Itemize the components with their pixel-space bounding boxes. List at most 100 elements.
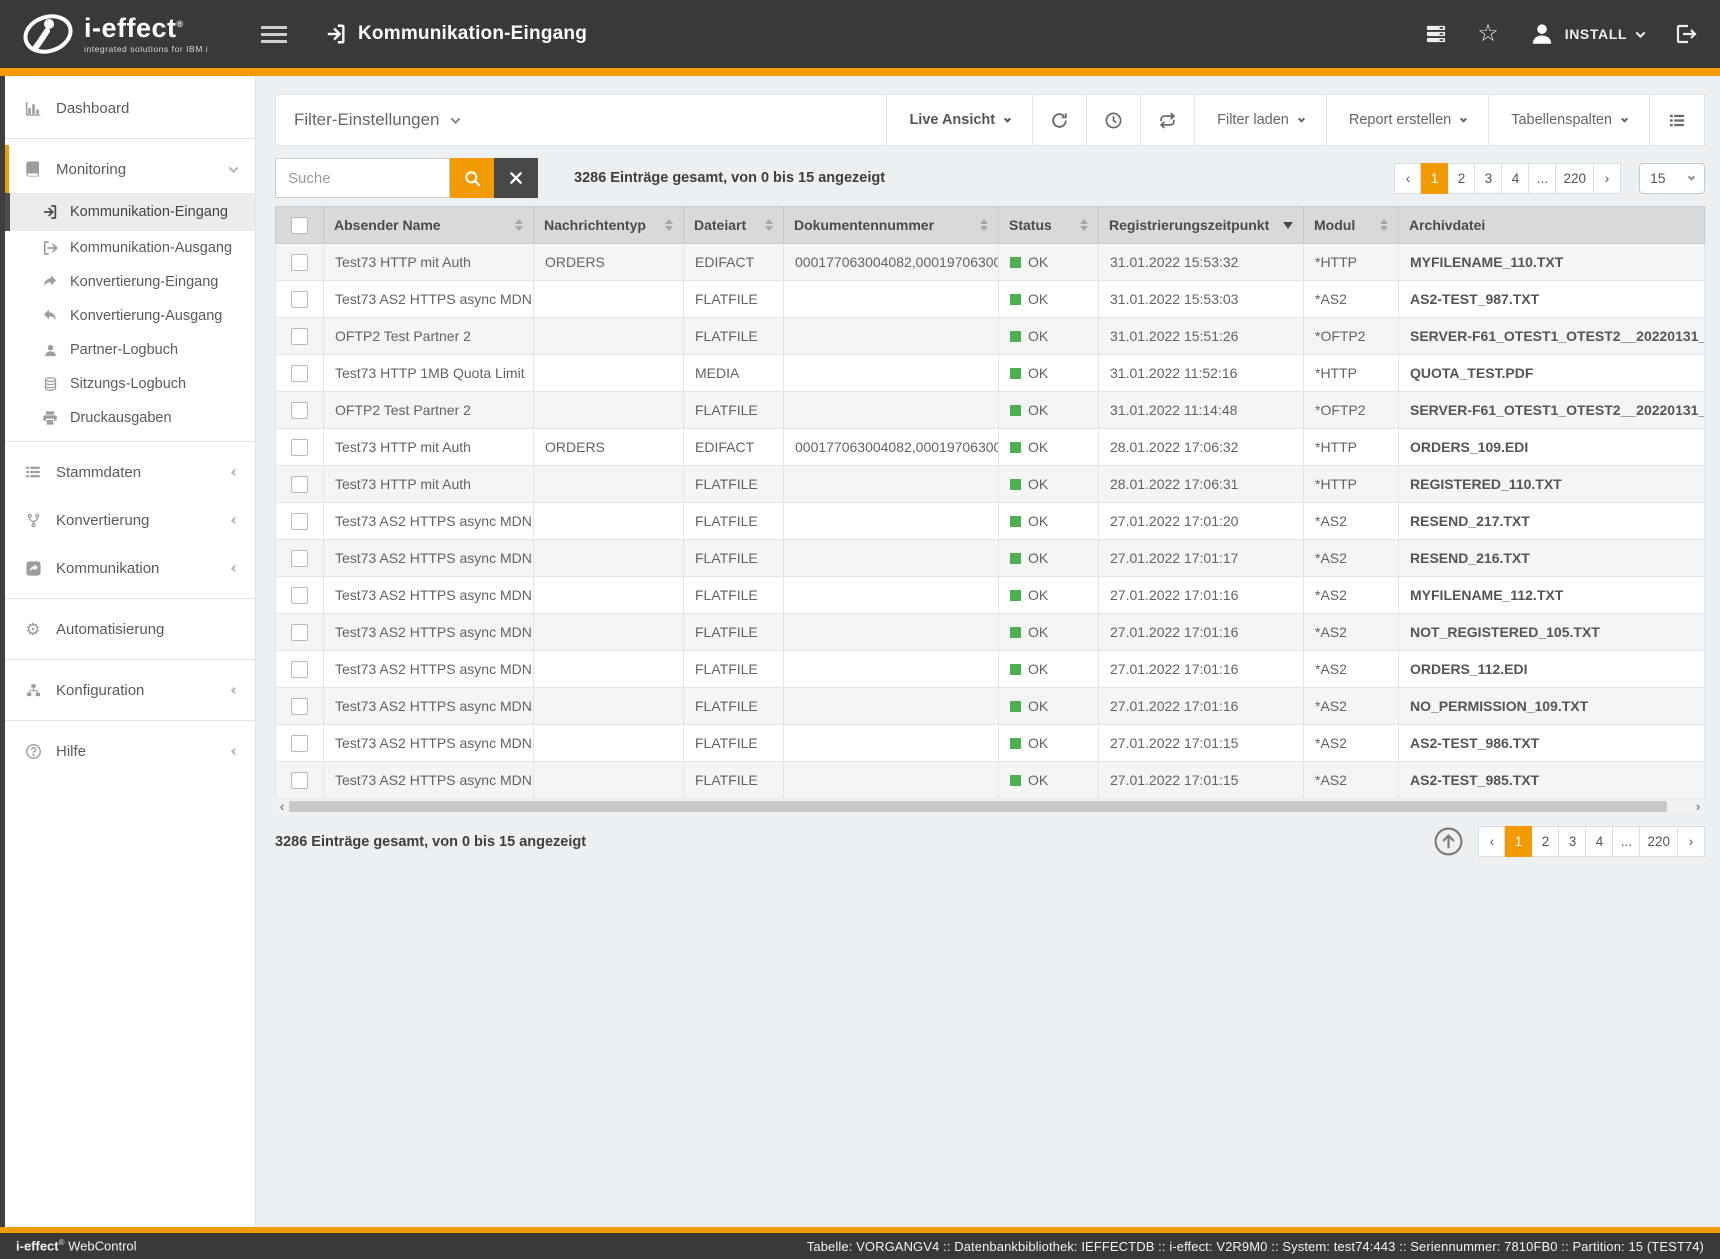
table-row[interactable]: Test73 AS2 HTTPS async MDN FLATFILE OK 2… <box>276 577 1705 614</box>
row-checkbox[interactable] <box>291 587 308 604</box>
col-status[interactable]: Status <box>999 207 1099 244</box>
table-row[interactable]: OFTP2 Test Partner 2 FLATFILE OK 31.01.2… <box>276 392 1705 429</box>
table-row[interactable]: OFTP2 Test Partner 2 FLATFILE OK 31.01.2… <box>276 318 1705 355</box>
sidebar-item-konvertierung-eingang[interactable]: Konvertierung-Eingang <box>5 265 255 299</box>
pager-next-button[interactable]: › <box>1678 826 1705 857</box>
app-logo[interactable]: i-effect® integrated solutions for IBM i <box>22 11 237 57</box>
sidebar-item-konvertierung[interactable]: Konvertierung <box>5 496 255 544</box>
pager-page-button[interactable]: ... <box>1613 826 1640 857</box>
status-ok-indicator <box>1010 701 1021 712</box>
col-dateiart[interactable]: Dateiart <box>684 207 784 244</box>
clear-search-button[interactable] <box>494 158 538 198</box>
filter-settings-toggle[interactable]: Filter-Einstellungen <box>276 110 477 130</box>
user-menu[interactable]: INSTALL <box>1529 21 1644 47</box>
select-all-header[interactable] <box>276 207 324 244</box>
sidebar-item-hilfe[interactable]: Hilfe <box>5 727 255 775</box>
row-checkbox[interactable] <box>291 624 308 641</box>
scroll-to-top-button[interactable] <box>1433 826 1464 857</box>
search-button[interactable] <box>450 158 494 198</box>
pager-page-button[interactable]: 2 <box>1532 826 1559 857</box>
table-columns-button[interactable]: Tabellenspalten <box>1488 95 1649 145</box>
row-checkbox[interactable] <box>291 254 308 271</box>
auto-reload-button[interactable] <box>1140 95 1194 145</box>
page-size-select[interactable]: 15 <box>1639 163 1705 194</box>
pager-page-button[interactable]: ... <box>1529 163 1556 194</box>
live-view-button[interactable]: Live Ansicht <box>886 95 1032 145</box>
pager-page-button[interactable]: 2 <box>1448 163 1475 194</box>
col-archivdatei[interactable]: Archivdatei <box>1399 207 1705 244</box>
select-all-checkbox[interactable] <box>291 217 308 234</box>
favorites-star-icon[interactable]: ☆ <box>1477 22 1499 46</box>
row-checkbox[interactable] <box>291 661 308 678</box>
sidebar-item-dashboard[interactable]: Dashboard <box>5 84 255 132</box>
sidebar-item-automatisierung[interactable]: ⚙ Automatisierung <box>5 605 255 653</box>
table-row[interactable]: Test73 AS2 HTTPS async MDN FLATFILE OK 2… <box>276 725 1705 762</box>
sidebar-item-sitzungs-logbuch[interactable]: Sitzungs-Logbuch <box>5 367 255 401</box>
row-checkbox[interactable] <box>291 365 308 382</box>
col-absender-name[interactable]: Absender Name <box>324 207 534 244</box>
scroll-right-arrow[interactable]: › <box>1691 799 1705 814</box>
table-row[interactable]: Test73 HTTP mit Auth ORDERS EDIFACT 0001… <box>276 244 1705 281</box>
report-create-button[interactable]: Report erstellen <box>1326 95 1488 145</box>
schedule-button[interactable] <box>1086 95 1140 145</box>
table-row[interactable]: Test73 AS2 HTTPS async MDN FLATFILE OK 2… <box>276 614 1705 651</box>
sidebar-nav: Dashboard Monitoring Kommunikati <box>5 76 256 1227</box>
table-row[interactable]: Test73 AS2 HTTPS async MDN FLATFILE OK 2… <box>276 688 1705 725</box>
cell-modul: *HTTP <box>1304 466 1399 503</box>
sidebar-item-druckausgaben[interactable]: Druckausgaben <box>5 401 255 435</box>
row-checkbox[interactable] <box>291 291 308 308</box>
table-row[interactable]: Test73 HTTP mit Auth ORDERS EDIFACT 0001… <box>276 429 1705 466</box>
row-checkbox[interactable] <box>291 402 308 419</box>
col-dokumentennummer[interactable]: Dokumentennummer <box>784 207 999 244</box>
cell-archivdatei: AS2-TEST_986.TXT <box>1399 725 1705 762</box>
list-view-button[interactable] <box>1649 95 1704 145</box>
filter-load-button[interactable]: Filter laden <box>1194 95 1326 145</box>
pager-page-button[interactable]: 4 <box>1502 163 1529 194</box>
sidebar-item-kommunikation-ausgang[interactable]: Kommunikation-Ausgang <box>5 231 255 265</box>
cell-dokumentennummer <box>784 725 999 762</box>
sort-icon <box>1380 219 1388 231</box>
pager-page-button[interactable]: 1 <box>1421 163 1448 194</box>
col-nachrichtentyp[interactable]: Nachrichtentyp <box>534 207 684 244</box>
sidebar-item-monitoring[interactable]: Monitoring <box>5 145 255 193</box>
row-checkbox[interactable] <box>291 550 308 567</box>
pager-page-button[interactable]: 3 <box>1559 826 1586 857</box>
sidebar-item-konfiguration[interactable]: Konfiguration <box>5 666 255 714</box>
row-checkbox[interactable] <box>291 698 308 715</box>
pager-prev-button[interactable]: ‹ <box>1478 826 1505 857</box>
pager-page-button[interactable]: 3 <box>1475 163 1502 194</box>
table-row[interactable]: Test73 HTTP mit Auth FLATFILE OK 28.01.2… <box>276 466 1705 503</box>
sidebar-toggle-button[interactable] <box>261 26 287 43</box>
scroll-left-arrow[interactable]: ‹ <box>275 799 289 814</box>
table-row[interactable]: Test73 AS2 HTTPS async MDN FLATFILE OK 2… <box>276 540 1705 577</box>
table-row[interactable]: Test73 AS2 HTTPS async MDN FLATFILE OK 3… <box>276 281 1705 318</box>
pager-page-button[interactable]: 1 <box>1505 826 1532 857</box>
sidebar-item-partner-logbuch[interactable]: Partner-Logbuch <box>5 333 255 367</box>
pager-next-button[interactable]: › <box>1594 163 1621 194</box>
pager-page-button[interactable]: 4 <box>1586 826 1613 857</box>
row-checkbox[interactable] <box>291 328 308 345</box>
scrollbar-thumb[interactable] <box>289 801 1667 812</box>
pager-page-button[interactable]: 220 <box>1556 163 1594 194</box>
table-row[interactable]: Test73 AS2 HTTPS async MDN FLATFILE OK 2… <box>276 762 1705 799</box>
table-row[interactable]: Test73 HTTP 1MB Quota Limit MEDIA OK 31.… <box>276 355 1705 392</box>
pager-prev-button[interactable]: ‹ <box>1394 163 1421 194</box>
table-row[interactable]: Test73 AS2 HTTPS async MDN FLATFILE OK 2… <box>276 503 1705 540</box>
table-row[interactable]: Test73 AS2 HTTPS async MDN FLATFILE OK 2… <box>276 651 1705 688</box>
row-checkbox[interactable] <box>291 476 308 493</box>
sidebar-item-konvertierung-ausgang[interactable]: Konvertierung-Ausgang <box>5 299 255 333</box>
col-registrierungszeitpunkt[interactable]: Registrierungszeitpunkt <box>1099 207 1304 244</box>
row-checkbox[interactable] <box>291 439 308 456</box>
logout-icon[interactable] <box>1674 22 1698 46</box>
row-checkbox[interactable] <box>291 772 308 789</box>
sidebar-item-kommunikation[interactable]: Kommunikation <box>5 544 255 592</box>
sidebar-item-stammdaten[interactable]: Stammdaten <box>5 448 255 496</box>
col-modul[interactable]: Modul <box>1304 207 1399 244</box>
pager-page-button[interactable]: 220 <box>1640 826 1678 857</box>
server-status-icon[interactable] <box>1425 24 1447 44</box>
sidebar-item-kommunikation-eingang[interactable]: Kommunikation-Eingang <box>5 193 255 231</box>
search-input[interactable] <box>275 158 450 198</box>
refresh-button[interactable] <box>1032 95 1086 145</box>
row-checkbox[interactable] <box>291 735 308 752</box>
row-checkbox[interactable] <box>291 513 308 530</box>
